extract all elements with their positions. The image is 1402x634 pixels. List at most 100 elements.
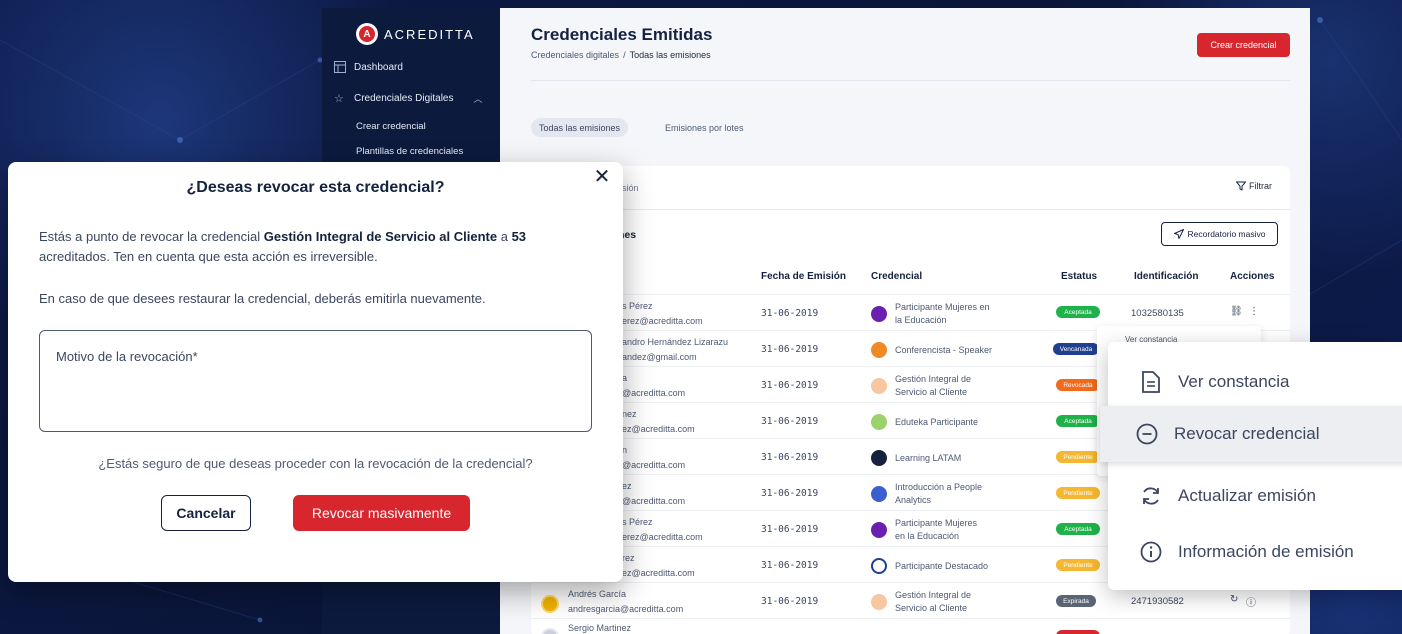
bulk-reminder-button[interactable]: Recordatorio masivo — [1161, 222, 1278, 246]
status-badge: Aceptada — [1056, 415, 1100, 427]
breadcrumb-parent[interactable]: Credenciales digitales — [531, 50, 619, 60]
revoke-bulk-button[interactable]: Revocar masivamente — [293, 495, 470, 531]
credential-badge-icon — [871, 378, 887, 394]
revoke-dialog: ¿Deseas revocar esta credencial? ✕ Estás… — [8, 162, 623, 582]
menu-item-label: Actualizar emisión — [1178, 486, 1316, 505]
revocation-reason-placeholder: Motivo de la revocación* — [56, 349, 198, 364]
recipient-name: rez — [622, 553, 635, 563]
emission-date: 31-06-2019 — [761, 452, 819, 463]
recipient-count: 53 — [511, 229, 527, 244]
credential-badge-icon — [871, 522, 887, 538]
status-badge — [1056, 630, 1100, 634]
breadcrumb-current: Todas las emisiones — [629, 50, 711, 60]
emission-date: 31-06-2019 — [761, 344, 819, 355]
card-divider — [531, 209, 1290, 210]
recipient-name: s Pérez — [622, 517, 653, 527]
credential-badge-icon — [871, 594, 887, 610]
refresh-icon — [1140, 485, 1162, 507]
sidebar-item-dashboard[interactable]: Dashboard — [334, 61, 403, 73]
recipient-email: @acreditta.com — [622, 388, 686, 398]
recipient-email: andez@gmail.com — [622, 352, 697, 362]
close-icon[interactable]: ✕ — [593, 167, 611, 187]
credential-name: Participante Mujeres — [895, 518, 978, 528]
brand-logo[interactable]: A ACREDITTA — [356, 22, 475, 46]
credential-name: Eduteka Participante — [895, 417, 979, 427]
credential-badge-icon — [871, 414, 887, 430]
credential-name-line2: Servicio al Cliente — [895, 387, 968, 397]
sidebar-item-label: Dashboard — [354, 61, 403, 73]
minus-circle-icon — [1136, 423, 1158, 445]
row-actions-menu: Ver constancia Revocar credencial Actual… — [1100, 342, 1402, 590]
row-divider — [531, 294, 1290, 295]
credential-name-line2: Analytics — [895, 495, 932, 505]
credential-badge-icon — [871, 342, 887, 358]
status-badge: Vencanada — [1053, 343, 1099, 355]
column-header-date: Fecha de Emisión — [761, 271, 847, 282]
credential-name: Participante Mujeres en — [895, 302, 990, 312]
recipient-email: erez@acreditta.com — [622, 316, 703, 326]
tab-all-emissions[interactable]: Todas las emisiones — [531, 118, 629, 137]
cancel-button[interactable]: Cancelar — [161, 495, 251, 531]
menu-item-update-emission[interactable]: Actualizar emisión — [1108, 468, 1402, 524]
credential-name-bold: Gestión Integral de Servicio al Cliente — [263, 229, 498, 244]
brand-name: ACREDITTA — [384, 26, 475, 42]
menu-item-view-certificate[interactable]: Ver constancia — [1108, 354, 1402, 410]
star-icon: ☆ — [334, 92, 344, 105]
emission-date: 31-06-2019 — [761, 596, 819, 607]
sidebar-subitem-plantillas[interactable]: Plantillas de credenciales — [356, 146, 463, 157]
sidebar-item-label: Credenciales Digitales — [354, 93, 454, 104]
identification: 1032580135 — [1131, 308, 1184, 319]
filter-label: Filtrar — [1249, 181, 1272, 191]
menu-item-revoke-credential[interactable]: Revocar credencial — [1100, 406, 1402, 462]
recipient-email: ez@acreditta.com — [622, 568, 695, 578]
status-badge: Pendiente — [1056, 451, 1100, 463]
dialog-title: ¿Deseas revocar esta credencial? — [186, 179, 445, 196]
credential-name: Gestión Integral de — [895, 590, 972, 600]
info-icon — [1140, 541, 1162, 563]
credential-name: Introducción a People — [895, 482, 983, 492]
emission-date: 31-06-2019 — [761, 416, 819, 427]
recipient-email: ez@acreditta.com — [622, 424, 695, 434]
recipient-name: andro Hernández Lizarazu — [622, 337, 729, 347]
menu-item-label: Ver constancia — [1178, 372, 1290, 391]
recipient-email: andresgarcia@acreditta.com — [568, 604, 684, 614]
revocation-reason-field[interactable]: Motivo de la revocación* — [39, 330, 592, 432]
logo-icon: A — [356, 23, 378, 45]
sidebar-subitem-crear[interactable]: Crear credencial — [356, 121, 426, 132]
refresh-icon[interactable]: ↻ — [1230, 594, 1238, 605]
tab-batch-emissions[interactable]: Emisiones por lotes — [657, 118, 752, 137]
credential-badge-icon — [871, 486, 887, 502]
page-title: Credenciales Emitidas — [531, 25, 713, 44]
warning-middle: a — [497, 229, 512, 244]
logo-letter: A — [359, 26, 375, 42]
sidebar-item-credenciales[interactable]: ☆ Credenciales Digitales ︿ — [334, 92, 483, 105]
credential-name-line2: Servicio al Cliente — [895, 603, 968, 613]
bulk-reminder-label: Recordatorio masivo — [1187, 229, 1266, 239]
info-icon[interactable]: ⓘ — [1246, 594, 1256, 609]
recipient-name: s Pérez — [622, 301, 653, 311]
link-icon[interactable]: ⛓ — [1230, 306, 1243, 317]
menu-item-emission-info[interactable]: Información de emisión — [1108, 524, 1402, 580]
status-badge: Pendiente — [1056, 487, 1100, 499]
emission-date: 31-06-2019 — [761, 380, 819, 391]
header-divider — [531, 80, 1290, 81]
identification: 2471930582 — [1131, 596, 1184, 607]
recipient-name: nez — [622, 409, 637, 419]
warning-prefix: Estás a punto de revocar la credencial — [39, 229, 264, 244]
recipient-name: ez — [622, 481, 632, 491]
credential-name: Conferencista - Speaker — [895, 345, 993, 355]
row-divider — [531, 618, 1290, 619]
column-header-status: Estatus — [1061, 271, 1098, 282]
status-badge: Aceptada — [1056, 523, 1100, 535]
recipient-name: Sergio Martinez — [568, 623, 632, 633]
credential-badge-icon — [871, 450, 887, 466]
create-credential-button[interactable]: Crear credencial — [1197, 33, 1290, 57]
emission-date: 31-06-2019 — [761, 560, 819, 571]
breadcrumb-separator: / — [623, 50, 626, 60]
filter-button[interactable]: Filtrar — [1236, 181, 1272, 191]
search-input[interactable]: sión — [622, 183, 639, 193]
credential-name: Learning LATAM — [895, 453, 962, 463]
more-options-icon[interactable]: ⋮ — [1249, 306, 1259, 317]
credential-badge-icon — [871, 558, 887, 574]
column-header-credential: Credencial — [871, 271, 923, 282]
